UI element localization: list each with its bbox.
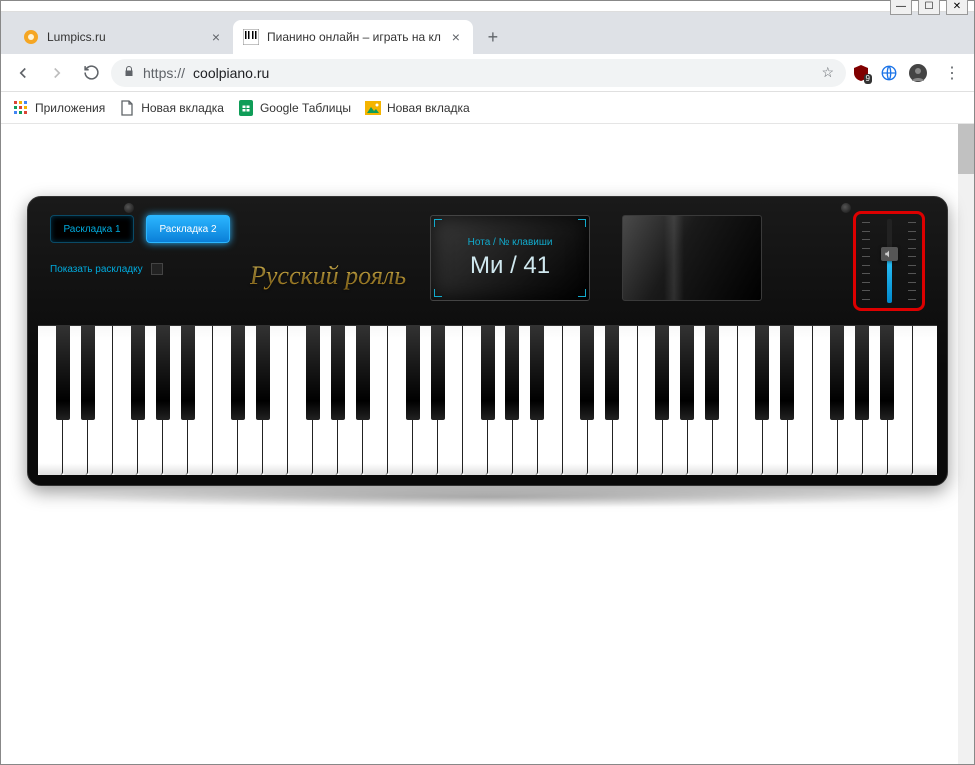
volume-handle[interactable] [881, 247, 898, 261]
indent-left [124, 203, 134, 213]
window-controls: — ☐ ✕ [890, 0, 968, 15]
page-content: Раскладка 1 Раскладка 2 Показать расклад… [1, 124, 974, 764]
piano-device: Раскладка 1 Раскладка 2 Показать расклад… [27, 196, 948, 486]
black-key[interactable] [481, 325, 495, 420]
black-key[interactable] [56, 325, 70, 420]
black-key[interactable] [880, 325, 894, 420]
black-key[interactable] [256, 325, 270, 420]
black-key[interactable] [755, 325, 769, 420]
black-key[interactable] [81, 325, 95, 420]
url-host: coolpiano.ru [193, 65, 269, 81]
black-key[interactable] [580, 325, 594, 420]
globe-icon[interactable] [880, 64, 898, 82]
note-value: Ми / 41 [470, 252, 550, 280]
tab-coolpiano[interactable]: Пианино онлайн – играть на кл × [233, 20, 473, 54]
show-layout-checkbox[interactable] [151, 263, 163, 275]
favicon-piano [243, 29, 259, 45]
extension-icons: 9 [852, 64, 898, 82]
ublock-badge: 9 [864, 74, 872, 84]
star-icon[interactable]: ☆ [821, 64, 834, 81]
forward-button[interactable] [43, 59, 71, 87]
black-key[interactable] [830, 325, 844, 420]
tab-lumpics[interactable]: Lumpics.ru × [13, 20, 233, 54]
bookmark-apps[interactable]: Приложения [13, 100, 105, 116]
black-key[interactable] [406, 325, 420, 420]
bookmark-label: Google Таблицы [260, 101, 351, 115]
black-key[interactable] [530, 325, 544, 420]
black-key[interactable] [306, 325, 320, 420]
maximize-button[interactable]: ☐ [918, 0, 940, 15]
white-key[interactable] [913, 326, 937, 475]
volume-control [853, 211, 925, 311]
address-bar[interactable]: https:// coolpiano.ru ☆ [111, 59, 846, 87]
black-key[interactable] [356, 325, 370, 420]
window-titlebar: — ☐ ✕ [1, 1, 974, 12]
url-scheme: https:// [143, 65, 185, 81]
black-key[interactable] [505, 325, 519, 420]
picture-icon [365, 100, 381, 116]
black-key[interactable] [780, 325, 794, 420]
avatar[interactable] [904, 59, 932, 87]
black-key[interactable] [605, 325, 619, 420]
close-icon[interactable]: × [449, 30, 463, 44]
black-key[interactable] [331, 325, 345, 420]
minimize-button[interactable]: — [890, 0, 912, 15]
scrollbar-track[interactable] [958, 124, 974, 764]
apps-icon [13, 100, 29, 116]
bookmark-label: Приложения [35, 101, 105, 115]
menu-button[interactable]: ⋮ [938, 59, 966, 87]
favicon-lumpics [23, 29, 39, 45]
tab-strip: Lumpics.ru × Пианино онлайн – играть на … [1, 12, 974, 54]
layout-1-button[interactable]: Раскладка 1 [50, 215, 134, 243]
piano-shadow [57, 486, 918, 508]
new-tab-button[interactable]: + [479, 23, 507, 51]
toolbar: https:// coolpiano.ru ☆ 9 ⋮ [1, 54, 974, 92]
browser-window: — ☐ ✕ Lumpics.ru × Пианино онлайн – игра… [0, 0, 975, 765]
bookmark-newtab[interactable]: Новая вкладка [119, 100, 224, 116]
bookmark-label: Новая вкладка [141, 101, 224, 115]
black-key[interactable] [156, 325, 170, 420]
close-icon[interactable]: × [209, 30, 223, 44]
layout-2-button[interactable]: Раскладка 2 [146, 215, 230, 243]
sheets-icon [238, 100, 254, 116]
scrollbar-thumb[interactable] [958, 124, 974, 174]
tab-title: Lumpics.ru [47, 30, 106, 44]
close-button[interactable]: ✕ [946, 0, 968, 15]
bookmark-label: Новая вкладка [387, 101, 470, 115]
black-key[interactable] [655, 325, 669, 420]
bookmarks-bar: Приложения Новая вкладка Google Таблицы … [1, 92, 974, 124]
brand-label: Русский рояль [250, 261, 406, 291]
black-key[interactable] [181, 325, 195, 420]
black-key[interactable] [131, 325, 145, 420]
bookmark-sheets[interactable]: Google Таблицы [238, 100, 351, 116]
show-layout-label: Показать раскладку [50, 264, 143, 275]
black-key[interactable] [705, 325, 719, 420]
tab-title: Пианино онлайн – играть на кл [267, 30, 441, 44]
volume-track[interactable] [887, 219, 892, 303]
ublock-icon[interactable]: 9 [852, 64, 870, 82]
reload-button[interactable] [77, 59, 105, 87]
back-button[interactable] [9, 59, 37, 87]
black-key[interactable] [680, 325, 694, 420]
black-key[interactable] [431, 325, 445, 420]
page-icon [119, 100, 135, 116]
bookmark-newtab2[interactable]: Новая вкладка [365, 100, 470, 116]
note-label: Нота / № клавиши [468, 237, 553, 248]
indent-right [841, 203, 851, 213]
black-key[interactable] [231, 325, 245, 420]
note-display: Нота / № клавиши Ми / 41 [430, 215, 590, 301]
lock-icon [123, 65, 135, 81]
secondary-screen [622, 215, 762, 301]
black-key[interactable] [855, 325, 869, 420]
